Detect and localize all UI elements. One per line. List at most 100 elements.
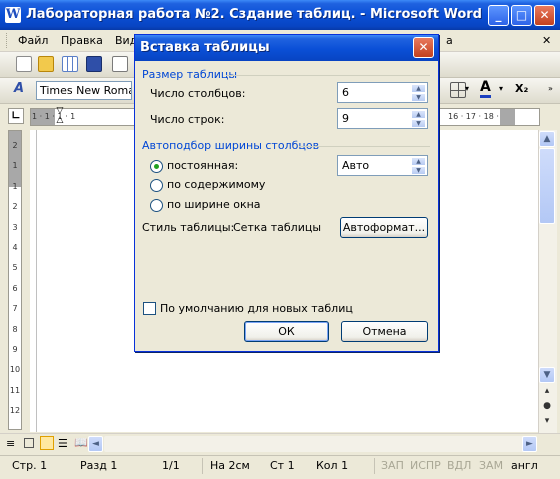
vertical-ruler-number: 1 — [12, 181, 18, 191]
doc-close-icon[interactable]: ✕ — [542, 34, 551, 47]
default-for-new-tables-checkbox[interactable] — [143, 302, 156, 315]
font-color-dropdown-icon[interactable]: ▾ — [499, 84, 503, 93]
status-column: Кол 1 — [316, 459, 349, 472]
menu-edit[interactable]: Правка — [61, 34, 103, 47]
size-group-label: Размер таблицы — [142, 68, 238, 81]
vertical-ruler-number: 1 — [12, 161, 18, 171]
status-ovr[interactable]: ЗАМ — [479, 459, 503, 472]
vertical-ruler-number: 11 — [9, 385, 21, 395]
save-icon[interactable] — [86, 56, 102, 72]
scroll-left-button[interactable]: ◄ — [88, 436, 103, 452]
default-checkbox-label[interactable]: По умолчанию для новых таблиц — [160, 302, 353, 315]
vertical-ruler-number: 4 — [12, 243, 18, 253]
normal-view-icon[interactable]: ≡ — [6, 437, 15, 450]
group-divider — [226, 75, 430, 76]
reading-layout-icon[interactable]: 📖 — [74, 436, 88, 449]
indent-marker-icon[interactable]: ▽ △ — [55, 107, 65, 127]
maximize-button[interactable]: □ — [511, 5, 532, 26]
rows-spinbox[interactable]: 9 ▲ ▼ — [337, 108, 428, 129]
menu-file[interactable]: Файл — [18, 34, 48, 47]
status-at: На 2см — [210, 459, 250, 472]
toolbar-options-icon[interactable]: » — [548, 84, 553, 93]
dialog-close-button[interactable]: ✕ — [413, 37, 434, 58]
status-page: Стр. 1 — [12, 459, 48, 472]
hscroll-track[interactable] — [104, 436, 524, 452]
radio-fixed-label[interactable]: постоянная: — [167, 159, 238, 172]
fixed-width-combo[interactable]: Авто ▲ ▼ — [337, 155, 428, 176]
columns-value: 6 — [342, 86, 349, 99]
fixed-width-value: Авто — [342, 159, 370, 172]
borders-dropdown-icon[interactable]: ▾ — [465, 84, 469, 93]
web-view-icon[interactable] — [24, 438, 34, 448]
vertical-ruler-number: 9 — [12, 345, 18, 355]
table-style-value: Сетка таблицы — [233, 221, 322, 234]
window-title: Лабораторная работа №2. Сздание таблиц. … — [26, 7, 482, 22]
previous-page-icon[interactable]: ▴ — [539, 386, 555, 400]
radio-fixed-width[interactable] — [150, 160, 163, 173]
vertical-ruler-number: 2 — [12, 202, 18, 212]
autoformat-button[interactable]: Автоформат... — [340, 217, 428, 238]
status-section: Разд 1 — [80, 459, 118, 472]
select-browse-object-icon[interactable]: ● — [539, 401, 555, 415]
menubar-grip[interactable] — [6, 33, 10, 48]
spin-up-icon[interactable]: ▲ — [411, 84, 426, 93]
radio-content-label[interactable]: по содержимому — [167, 178, 265, 191]
vertical-ruler-number: 10 — [9, 365, 21, 375]
vertical-ruler-number: 12 — [9, 406, 21, 416]
ruler-left-numbers: 1 · 1 · 1 · 1 — [32, 112, 76, 121]
radio-window-label[interactable]: по ширине окна — [167, 198, 261, 211]
status-separator — [202, 458, 203, 474]
scroll-up-button[interactable]: ▲ — [539, 131, 555, 147]
ruler-right-margin — [500, 109, 515, 125]
styles-icon[interactable]: A — [14, 81, 24, 96]
minimize-button[interactable]: _ — [488, 5, 509, 26]
spin-up-icon[interactable]: ▲ — [411, 110, 426, 119]
open-folder-icon[interactable] — [38, 56, 54, 72]
spin-down-icon[interactable]: ▼ — [411, 93, 426, 102]
vertical-ruler-number: 8 — [12, 324, 18, 334]
cancel-button[interactable]: Отмена — [341, 321, 428, 342]
status-ext[interactable]: ВДЛ — [447, 459, 471, 472]
font-name-box[interactable]: Times New Roman — [36, 81, 132, 100]
tab-selector-icon[interactable]: ∟ — [8, 108, 24, 124]
permission-icon[interactable] — [62, 56, 78, 72]
vertical-ruler-number: 7 — [12, 304, 18, 314]
subscript-icon[interactable]: X₂ — [515, 82, 528, 95]
autofit-group-label: Автоподбор ширины столбцов — [142, 139, 320, 152]
status-line: Ст 1 — [270, 459, 295, 472]
status-separator — [374, 458, 375, 474]
borders-icon[interactable] — [450, 82, 466, 98]
print-layout-view-icon[interactable] — [40, 436, 54, 450]
vertical-ruler-number: 5 — [12, 263, 18, 273]
columns-spinbox[interactable]: 6 ▲ ▼ — [337, 82, 428, 103]
scroll-thumb[interactable] — [539, 148, 555, 224]
new-document-icon[interactable] — [16, 56, 32, 72]
spin-down-icon[interactable]: ▼ — [411, 166, 426, 175]
dialog-title: Вставка таблицы — [140, 40, 270, 55]
close-button[interactable]: ✕ — [534, 5, 555, 26]
scroll-right-button[interactable]: ► — [522, 436, 537, 452]
spin-up-icon[interactable]: ▲ — [411, 157, 426, 166]
columns-label: Число столбцов: — [150, 87, 246, 100]
rows-label: Число строк: — [150, 113, 225, 126]
vertical-ruler-number: 6 — [12, 283, 18, 293]
next-page-icon[interactable]: ▾ — [539, 416, 555, 430]
vertical-ruler-number: 3 — [12, 222, 18, 232]
status-pages: 1/1 — [162, 459, 180, 472]
spin-down-icon[interactable]: ▼ — [411, 119, 426, 128]
word-app-icon[interactable]: W — [5, 7, 21, 23]
status-trk[interactable]: ИСПР — [410, 459, 441, 472]
menu-table[interactable]: а — [446, 34, 453, 47]
status-rec[interactable]: ЗАП — [381, 459, 404, 472]
table-style-label: Стиль таблицы: — [142, 221, 235, 234]
group-divider — [299, 146, 430, 147]
scroll-down-button[interactable]: ▼ — [539, 367, 555, 383]
radio-fit-content[interactable] — [150, 179, 163, 192]
rows-value: 9 — [342, 112, 349, 125]
outline-view-icon[interactable]: ☰ — [58, 437, 68, 450]
font-color-icon[interactable]: A — [480, 79, 491, 98]
radio-fit-window[interactable] — [150, 199, 163, 212]
print-preview-icon[interactable] — [112, 56, 128, 72]
ok-button[interactable]: ОК — [244, 321, 329, 342]
status-language: англ — [511, 459, 538, 472]
